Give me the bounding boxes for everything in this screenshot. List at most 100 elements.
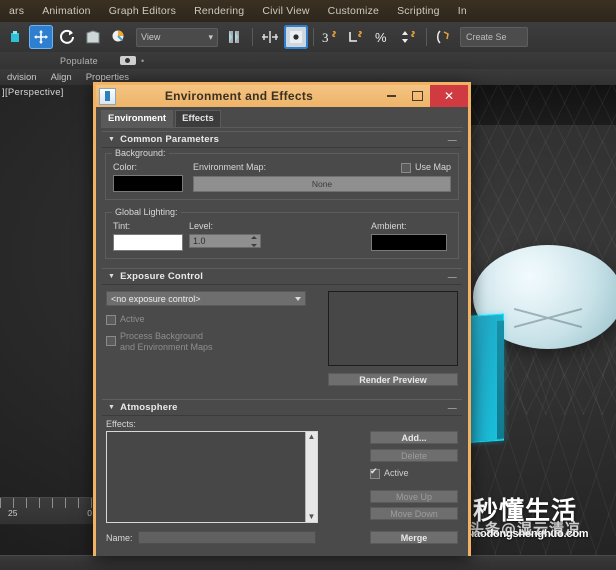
rollout-title-common-parameters: Common Parameters	[120, 134, 220, 145]
effects-scrollbar[interactable]: ▲ ▼	[305, 432, 317, 522]
named-selection-set-input[interactable]: Create Se	[460, 27, 528, 47]
tab-underline	[101, 127, 463, 128]
menu-item-customize[interactable]: Customize	[319, 5, 388, 17]
rollout-toggle-icon-atmosphere: ▼	[108, 404, 116, 411]
level-spinner-arrows-icon[interactable]	[251, 236, 258, 247]
background-color-swatch[interactable]	[113, 175, 183, 192]
label-process-background-line1: Process Background	[120, 331, 204, 341]
environment-and-effects-dialog[interactable]: Environment and Effects ✕ Environment Ef…	[93, 82, 471, 556]
reference-coordinate-system-dropdown[interactable]: View ▾	[136, 27, 218, 47]
select-by-name-icon[interactable]	[107, 25, 131, 49]
ribbon-item-properties[interactable]: Properties	[79, 72, 136, 83]
tab-effects[interactable]: Effects	[175, 110, 221, 127]
select-and-rotate-icon[interactable]	[55, 25, 79, 49]
toolbar-separator-3	[426, 28, 427, 46]
chevron-down-icon-exposure	[295, 296, 301, 301]
move-up-button[interactable]: Move Up	[370, 490, 458, 503]
curve-editor-icon[interactable]	[345, 25, 369, 49]
ribbon-item-subdivision[interactable]: dvision	[0, 72, 44, 83]
material-editor-icon[interactable]	[397, 25, 421, 49]
dialog-title: Environment and Effects	[164, 89, 314, 103]
rollout-grip-icon: —	[447, 134, 457, 145]
exposure-preview-thumbnail[interactable]	[328, 291, 458, 366]
rollout-header-atmosphere[interactable]: ▼ Atmosphere —	[102, 399, 462, 416]
tab-environment[interactable]: Environment	[101, 110, 174, 127]
use-pivot-point-center-icon[interactable]	[223, 25, 247, 49]
populate-toggle-icon[interactable]	[119, 56, 136, 65]
mirror-icon[interactable]	[258, 25, 282, 49]
select-and-scale-icon[interactable]	[81, 25, 105, 49]
object-pivot-cross-icon	[513, 307, 583, 329]
label-ambient: Ambient:	[371, 221, 407, 231]
effect-name-input[interactable]	[138, 531, 316, 544]
status-strip	[0, 555, 616, 570]
rollout-common-parameters: ▼ Common Parameters — Background: Color:	[102, 131, 462, 259]
effects-listbox[interactable]: ▲ ▼	[106, 431, 318, 523]
exposure-control-dropdown[interactable]: <no exposure control>	[106, 291, 306, 306]
dialog-title-bar[interactable]: Environment and Effects ✕	[96, 85, 468, 107]
group-label-background: Background:	[112, 148, 169, 158]
menu-bar: ars Animation Graph Editors Rendering Ci…	[0, 0, 616, 23]
add-effect-button[interactable]: Add...	[370, 431, 458, 444]
ambient-color-swatch[interactable]	[371, 234, 447, 251]
timeline-ruler[interactable]: 25 0	[0, 497, 96, 525]
exposure-active-checkbox[interactable]	[106, 315, 116, 325]
select-and-move-icon[interactable]	[29, 25, 53, 49]
rollout-atmosphere: ▼ Atmosphere — Effects: ▲ ▼ Add... Delet…	[102, 399, 462, 544]
ribbon-item-align[interactable]: Align	[44, 72, 79, 83]
rollout-toggle-icon-exposure: ▼	[108, 273, 116, 280]
rollout-exposure-control: ▼ Exposure Control — <no exposure contro…	[102, 268, 462, 392]
rollout-grip-icon-exposure: —	[447, 271, 457, 282]
label-atmosphere-active: Active	[384, 468, 409, 478]
exposure-control-selected: <no exposure control>	[111, 293, 201, 304]
render-preview-button[interactable]: Render Preview	[328, 373, 458, 386]
menu-item-animation[interactable]: Animation	[33, 5, 100, 17]
minimize-button[interactable]	[378, 86, 404, 106]
environment-map-button[interactable]: None	[193, 176, 451, 192]
menu-item-interactive[interactable]: In	[449, 5, 476, 17]
menu-item-rendering[interactable]: Rendering	[185, 5, 253, 17]
use-map-checkbox[interactable]	[400, 163, 411, 173]
menu-item-scripting[interactable]: Scripting	[388, 5, 449, 17]
label-environment-map: Environment Map:	[193, 162, 267, 172]
rollout-title-exposure-control: Exposure Control	[120, 271, 204, 282]
menu-item-bars[interactable]: ars	[0, 5, 33, 17]
label-tint: Tint:	[113, 221, 131, 231]
render-setup-icon[interactable]	[432, 25, 456, 49]
label-use-map: Use Map	[414, 162, 451, 172]
viewport-label: ][Perspective]	[2, 87, 64, 98]
rollout-toggle-icon: ▼	[108, 136, 116, 143]
layer-explorer-icon[interactable]: 3	[319, 25, 343, 49]
align-icon[interactable]	[284, 25, 308, 49]
populate-label: Populate	[60, 55, 98, 66]
view-dropdown-label: View	[141, 32, 161, 42]
rollout-header-exposure-control[interactable]: ▼ Exposure Control —	[102, 268, 462, 285]
timeline-tick-label-right: 0	[87, 508, 92, 518]
rollout-header-common-parameters[interactable]: ▼ Common Parameters —	[102, 131, 462, 148]
rollout-title-atmosphere: Atmosphere	[120, 402, 178, 413]
delete-effect-button[interactable]: Delete	[370, 449, 458, 462]
tint-color-swatch[interactable]	[113, 234, 183, 251]
populate-more-icon[interactable]: •	[141, 56, 144, 66]
menu-item-civil-view[interactable]: Civil View	[253, 5, 318, 17]
scroll-down-icon[interactable]: ▼	[308, 512, 316, 522]
group-background: Background: Color: Environment Map: Use …	[105, 148, 459, 200]
maximize-button[interactable]	[404, 86, 430, 106]
svg-text:3: 3	[322, 30, 329, 45]
merge-button[interactable]: Merge	[370, 531, 458, 544]
menu-item-graph-editors[interactable]: Graph Editors	[100, 5, 185, 17]
label-level: Level:	[189, 221, 214, 231]
group-global-lighting: Global Lighting: Tint: Level: 1.0 Ambien…	[105, 207, 459, 259]
schematic-view-icon[interactable]: %	[371, 25, 395, 49]
atmosphere-active-checkbox[interactable]	[370, 466, 380, 479]
level-spinner[interactable]: 1.0	[189, 234, 261, 248]
process-background-checkbox[interactable]	[106, 336, 116, 346]
chevron-down-icon: ▾	[208, 31, 213, 42]
scroll-up-icon[interactable]: ▲	[308, 432, 316, 442]
svg-text:%: %	[375, 30, 387, 45]
move-down-button[interactable]: Move Down	[370, 507, 458, 520]
application-window: ars Animation Graph Editors Rendering Ci…	[0, 0, 616, 570]
undo-icon[interactable]	[3, 25, 27, 49]
close-button[interactable]: ✕	[430, 85, 468, 107]
timeline-tick-label-25: 25	[8, 508, 18, 518]
